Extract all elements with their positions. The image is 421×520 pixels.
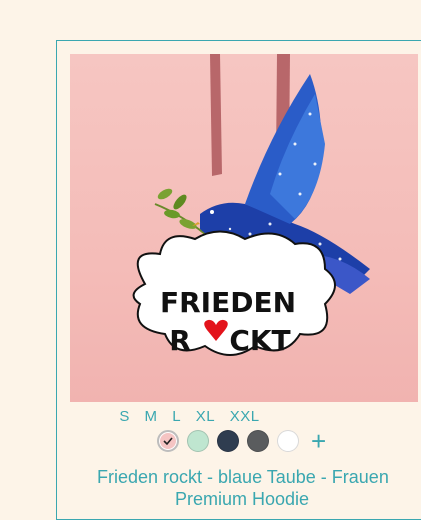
- color-swatch-navy[interactable]: [217, 430, 239, 452]
- size-option[interactable]: XL: [196, 408, 215, 425]
- size-option[interactable]: M: [145, 408, 158, 425]
- color-swatch-white[interactable]: [277, 430, 299, 452]
- size-list: S M L XL XXL: [57, 408, 322, 425]
- olive-branch-icon: [154, 188, 206, 235]
- product-title-line1: Frieden rockt - blaue Taube - Frauen: [97, 467, 389, 487]
- print-text-line2a: R: [169, 324, 191, 357]
- product-image[interactable]: FRIEDEN R CKT: [70, 54, 418, 402]
- check-icon: [163, 437, 173, 446]
- print-text-line1: FRIEDEN: [160, 286, 296, 319]
- size-option[interactable]: S: [119, 408, 130, 425]
- color-swatch-dark-grey[interactable]: [247, 430, 269, 452]
- hoodie-print-artwork: FRIEDEN R CKT: [132, 54, 370, 357]
- color-swatches: +: [157, 428, 326, 454]
- product-title[interactable]: Frieden rockt - blaue Taube - Frauen Pre…: [57, 466, 421, 510]
- add-color-icon[interactable]: +: [311, 428, 326, 454]
- product-card[interactable]: FRIEDEN R CKT S M L XL XXL + Frieden roc…: [56, 40, 421, 520]
- size-option[interactable]: L: [172, 408, 181, 425]
- print-text-line2b: CKT: [229, 324, 290, 357]
- product-title-line2: Premium Hoodie: [175, 489, 310, 509]
- color-swatch-pink[interactable]: [157, 430, 179, 452]
- color-swatch-mint[interactable]: [187, 430, 209, 452]
- size-option[interactable]: XXL: [230, 408, 260, 425]
